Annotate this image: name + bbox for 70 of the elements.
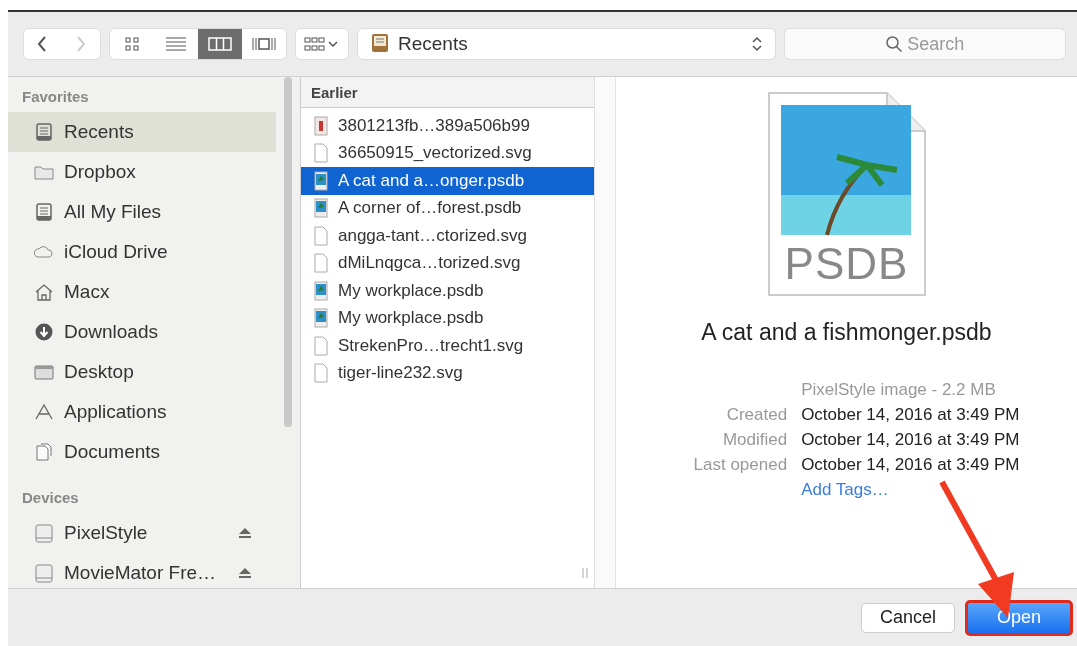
up-down-chevron-icon xyxy=(750,35,763,53)
cancel-button[interactable]: Cancel xyxy=(860,602,955,633)
detail-label: Modified xyxy=(721,430,788,450)
sidebar-item[interactable]: Macx xyxy=(8,272,276,312)
sidebar-item[interactable]: iCloud Drive xyxy=(8,232,276,272)
detail-label: Last opened xyxy=(693,455,788,475)
image-file-icon xyxy=(314,308,328,329)
file-row[interactable]: A cat and a…onger.psdb xyxy=(301,167,594,195)
resize-grip-icon[interactable] xyxy=(582,568,588,578)
detail-label: Created xyxy=(725,405,788,425)
detail-value: October 14, 2016 at 3:49 PM xyxy=(801,455,1020,475)
file-row[interactable]: 3801213fb…389a506b99 xyxy=(301,112,594,140)
image-file-icon xyxy=(314,280,328,301)
sidebar-item[interactable]: All My Files xyxy=(8,192,276,232)
view-mode-button[interactable] xyxy=(198,29,242,59)
image-file-icon xyxy=(314,115,328,136)
sidebar-item[interactable]: Dropbox xyxy=(8,152,276,192)
file-kind-size: PixelStyle image - 2.2 MB xyxy=(801,380,997,400)
sidebar-item[interactable]: Documents xyxy=(8,432,276,472)
eject-icon[interactable] xyxy=(238,567,252,579)
sidebar-item[interactable]: Desktop xyxy=(8,352,276,392)
grid-icon xyxy=(124,36,140,52)
sidebar-item[interactable]: Applications xyxy=(8,392,276,432)
file-row[interactable]: 36650915_vectorized.svg xyxy=(301,139,594,167)
apps-icon xyxy=(34,402,54,422)
tray-icon xyxy=(34,202,54,222)
file-row[interactable]: My workplace.psdb xyxy=(301,304,594,332)
file-row[interactable]: My workplace.psdb xyxy=(301,277,594,305)
document-icon xyxy=(314,363,328,384)
sidebar-item[interactable]: Downloads xyxy=(8,312,276,352)
download-icon xyxy=(34,322,54,342)
detail-value: October 14, 2016 at 3:49 PM xyxy=(801,405,1020,425)
add-tags-link[interactable]: Add Tags… xyxy=(801,480,1020,500)
tray-icon xyxy=(370,33,390,55)
file-row[interactable]: tiger-line232.svg xyxy=(301,359,594,387)
cover-flow-icon xyxy=(251,36,277,52)
arrange-button[interactable] xyxy=(296,29,348,59)
document-icon xyxy=(314,225,328,246)
search-field[interactable]: Search xyxy=(784,29,1065,59)
detail-value: October 14, 2016 at 3:49 PM xyxy=(801,430,1020,450)
document-icon xyxy=(314,143,328,164)
file-name: A cat and a fishmonger.psdb xyxy=(701,319,992,346)
arrange-icon xyxy=(304,36,340,52)
file-type-label: PSDB xyxy=(783,239,910,289)
drive-icon xyxy=(34,523,54,543)
scrollbar[interactable] xyxy=(284,77,292,427)
location-dropdown[interactable]: Recents xyxy=(358,29,775,59)
desktop-icon xyxy=(34,362,54,382)
document-icon xyxy=(314,253,328,274)
column-header: Earlier xyxy=(301,77,594,108)
file-row[interactable]: dMiLnqgca…torized.svg xyxy=(301,249,594,277)
sidebar-item[interactable]: MovieMator Fre… xyxy=(8,553,276,593)
sidebar-item[interactable]: Recents xyxy=(8,112,276,152)
sidebar-section-title: Favorites xyxy=(21,87,90,107)
tray-icon xyxy=(34,122,54,142)
file-row[interactable]: angga-tant…ctorized.svg xyxy=(301,222,594,250)
drive-icon xyxy=(34,563,54,583)
image-file-icon xyxy=(314,198,328,219)
image-file-icon xyxy=(314,170,328,191)
sidebar-section-title: Devices xyxy=(21,488,80,508)
file-row[interactable]: A corner of…forest.psdb xyxy=(301,194,594,222)
eject-icon[interactable] xyxy=(238,527,252,539)
file-row[interactable]: StrekenPro…trecht1.svg xyxy=(301,332,594,360)
sidebar-item[interactable]: PixelStyle xyxy=(8,513,276,553)
columns-icon xyxy=(208,36,232,52)
search-icon xyxy=(884,35,903,53)
docs-icon xyxy=(34,442,54,462)
document-icon xyxy=(314,335,328,356)
list-icon xyxy=(165,36,187,52)
home-icon xyxy=(34,282,54,302)
